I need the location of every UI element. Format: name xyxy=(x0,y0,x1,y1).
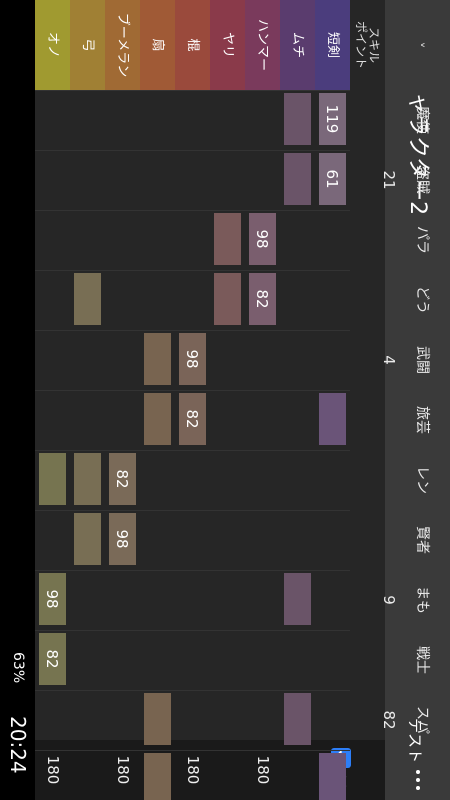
column-header[interactable]: パラ xyxy=(413,210,433,270)
rotated-app: キャラクター2 テスト ˅ スキル ポイント 合計 魔使盗賊パラどう武闘旅芸レン… xyxy=(0,0,450,800)
skill-cell[interactable] xyxy=(319,393,346,445)
skill-point-value: 21 xyxy=(380,170,398,190)
grid-line xyxy=(35,90,350,91)
column-header[interactable]: 旅芸 xyxy=(413,390,433,450)
skill-cell[interactable]: 98 xyxy=(179,333,206,385)
grid-line xyxy=(35,390,350,391)
row-label[interactable]: ヤリ xyxy=(210,0,245,90)
screen: キャラクター2 テスト ˅ スキル ポイント 合計 魔使盗賊パラどう武闘旅芸レン… xyxy=(0,0,450,800)
battery-percent: 63% xyxy=(10,652,26,684)
skill-point-value: 82 xyxy=(380,710,398,730)
row-label[interactable]: ハンマー xyxy=(245,0,280,90)
skill-cell[interactable]: 98 xyxy=(39,573,66,625)
chevron-down-icon[interactable]: ˅ xyxy=(385,0,450,90)
status-time: 20:24 xyxy=(6,716,30,774)
skill-table: ˅ スキル ポイント 合計 魔使盗賊パラどう武闘旅芸レン賢者まも戦士スパ2149… xyxy=(35,0,450,800)
skill-cell[interactable]: 82 xyxy=(179,393,206,445)
grid-line xyxy=(35,330,350,331)
row-label[interactable]: 短剣 xyxy=(315,0,350,90)
row-label[interactable]: ムチ xyxy=(280,0,315,90)
row-label[interactable]: 弓 xyxy=(70,0,105,90)
skill-cell[interactable]: 119 xyxy=(319,93,346,145)
skill-cell[interactable] xyxy=(74,453,101,505)
skill-cell[interactable] xyxy=(284,93,311,145)
skill-point-value: 9 xyxy=(380,595,398,605)
skill-cell[interactable] xyxy=(214,273,241,325)
skill-cell[interactable] xyxy=(39,453,66,505)
skill-cell[interactable] xyxy=(144,693,171,745)
row-total: 180 xyxy=(44,755,62,785)
row-total: 180 xyxy=(254,755,272,785)
skill-cell[interactable]: 82 xyxy=(39,633,66,685)
skill-cell[interactable] xyxy=(284,693,311,745)
skill-points-label: スキル ポイント xyxy=(350,0,385,90)
skill-cell[interactable] xyxy=(144,393,171,445)
grid-line xyxy=(35,150,350,151)
skill-cell[interactable] xyxy=(144,753,171,800)
row-label[interactable]: ブーメラン xyxy=(105,0,140,90)
grid-line xyxy=(35,570,350,571)
column-header[interactable]: レン xyxy=(413,450,433,510)
grid-line xyxy=(35,690,350,691)
skill-cell[interactable]: 82 xyxy=(249,273,276,325)
skill-cell[interactable] xyxy=(319,753,346,800)
grid-line xyxy=(35,510,350,511)
skill-cell[interactable]: 82 xyxy=(109,453,136,505)
row-total: 180 xyxy=(114,755,132,785)
column-header[interactable]: 盗賊 xyxy=(413,150,433,210)
skill-cell[interactable]: 98 xyxy=(109,513,136,565)
skill-cell[interactable]: 98 xyxy=(249,213,276,265)
skill-point-value: 4 xyxy=(380,355,398,365)
status-bar: 63% 20:24 xyxy=(0,0,35,800)
grid-line xyxy=(35,630,350,631)
column-header[interactable]: スパ xyxy=(413,690,433,750)
row-label[interactable]: 扇 xyxy=(140,0,175,90)
more-options-icon[interactable] xyxy=(416,770,420,790)
skill-cell[interactable] xyxy=(284,153,311,205)
skill-cell[interactable]: 61 xyxy=(319,153,346,205)
column-header[interactable]: 魔使 xyxy=(413,90,433,150)
row-label[interactable]: 棍 xyxy=(175,0,210,90)
column-header[interactable]: まも xyxy=(413,570,433,630)
column-header[interactable]: 戦士 xyxy=(413,630,433,690)
grid-line xyxy=(35,450,350,451)
skill-cell[interactable] xyxy=(284,573,311,625)
grid-line xyxy=(35,210,350,211)
grid-line xyxy=(35,270,350,271)
skill-cell[interactable] xyxy=(144,333,171,385)
column-header[interactable]: 武闘 xyxy=(413,330,433,390)
skill-cell[interactable] xyxy=(74,273,101,325)
skill-cell[interactable] xyxy=(74,513,101,565)
column-header[interactable]: 賢者 xyxy=(413,510,433,570)
row-label[interactable]: オノ xyxy=(35,0,70,90)
skill-cell[interactable] xyxy=(214,213,241,265)
column-header[interactable]: どう xyxy=(413,270,433,330)
row-total: 180 xyxy=(184,755,202,785)
